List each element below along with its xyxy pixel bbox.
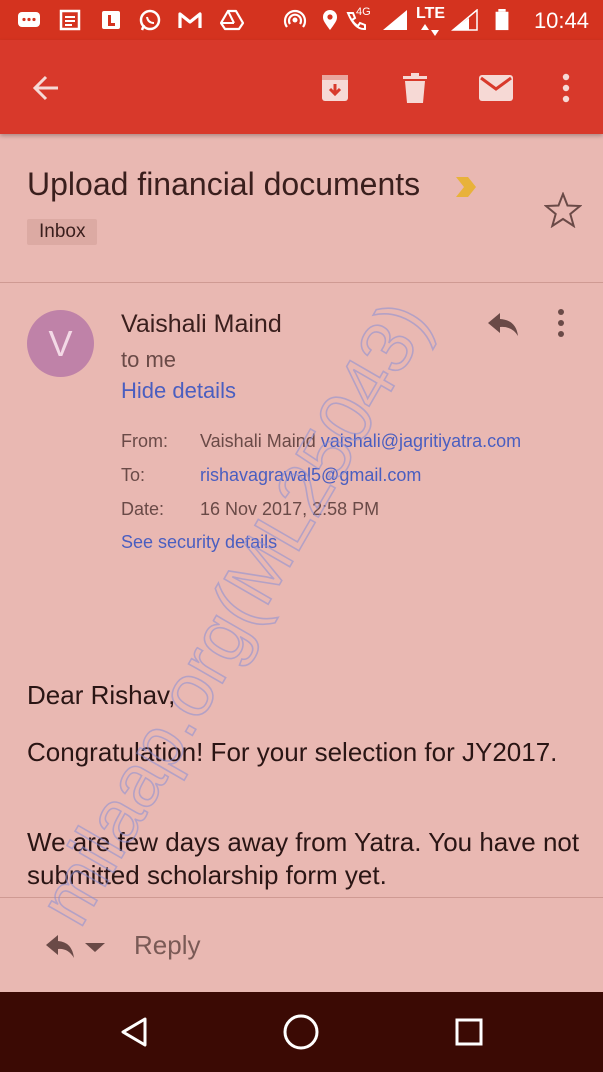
hotspot-icon bbox=[283, 9, 307, 28]
reply-icon bbox=[46, 935, 105, 958]
from-name: Vaishali Maind bbox=[200, 431, 316, 451]
delete-button[interactable] bbox=[393, 66, 437, 110]
app-bar bbox=[0, 40, 603, 134]
star-icon[interactable] bbox=[544, 192, 582, 228]
sender-name: Vaishali Maind bbox=[121, 310, 282, 338]
news-icon bbox=[59, 9, 81, 31]
email-body-paragraph: Dear Rishav, bbox=[27, 680, 176, 710]
from-value: Vaishali Maind vaishali@jagritiyatra.com bbox=[200, 431, 521, 452]
inbox-label-chip[interactable]: Inbox bbox=[27, 219, 98, 245]
more-vert-icon[interactable] bbox=[556, 308, 566, 338]
to-label: To: bbox=[121, 465, 146, 485]
delete-icon bbox=[403, 73, 427, 103]
signal-icon bbox=[383, 10, 407, 30]
whatsapp-icon bbox=[139, 9, 161, 31]
recipient-summary: to me bbox=[121, 347, 177, 372]
battery-icon bbox=[495, 9, 509, 31]
archive-icon bbox=[322, 75, 348, 101]
important-marker-icon[interactable] bbox=[455, 176, 477, 198]
messages-icon bbox=[18, 12, 40, 27]
email-subject: Upload financial documents bbox=[27, 166, 421, 202]
network-lte-label: LTE bbox=[416, 5, 446, 22]
from-email-link[interactable]: vaishali@jagritiyatra.com bbox=[321, 431, 521, 451]
nav-recents-icon bbox=[455, 1018, 483, 1046]
avatar[interactable]: V bbox=[27, 310, 94, 377]
nav-back-icon bbox=[121, 1017, 147, 1047]
back-arrow-icon bbox=[32, 75, 58, 101]
chevron-down-icon bbox=[85, 943, 105, 952]
nav-back-button[interactable] bbox=[112, 1010, 156, 1054]
mark-unread-button[interactable] bbox=[474, 66, 518, 110]
divider bbox=[0, 897, 603, 898]
reply-icon[interactable] bbox=[486, 310, 520, 338]
nav-recents-button[interactable] bbox=[447, 1010, 491, 1054]
back-button[interactable] bbox=[24, 66, 68, 110]
status-bar: 4G LTE 10:44 bbox=[0, 0, 603, 40]
network-4g-label: 4G bbox=[356, 6, 371, 18]
security-details-link[interactable]: See security details bbox=[121, 532, 277, 553]
nav-home-icon bbox=[283, 1014, 319, 1050]
navigation-bar bbox=[0, 992, 603, 1072]
clock: 10:44 bbox=[533, 8, 589, 33]
drive-icon bbox=[220, 9, 244, 31]
app-icon bbox=[102, 11, 120, 29]
more-vert-icon bbox=[562, 73, 570, 103]
email-body-paragraph: Congratulation! For your selection for J… bbox=[27, 737, 558, 767]
divider bbox=[0, 282, 603, 283]
data-activity-icon bbox=[421, 24, 439, 36]
gmail-icon bbox=[178, 12, 202, 28]
hide-details-link[interactable]: Hide details bbox=[121, 378, 236, 404]
date-value: 16 Nov 2017, 2:58 PM bbox=[200, 499, 380, 519]
to-email-link[interactable]: rishavagrawal5@gmail.com bbox=[200, 465, 421, 486]
reply-button[interactable]: Reply bbox=[134, 930, 200, 961]
reply-options-button[interactable] bbox=[44, 931, 108, 966]
location-icon bbox=[323, 10, 337, 30]
archive-button[interactable] bbox=[313, 66, 357, 110]
mark-unread-icon bbox=[479, 75, 513, 101]
watermark: milaap.org(ML25043) bbox=[21, 287, 446, 939]
signal-icon bbox=[451, 9, 478, 31]
date-label: Date: bbox=[121, 499, 165, 519]
more-options-button[interactable] bbox=[544, 66, 588, 110]
nav-home-button[interactable] bbox=[279, 1010, 323, 1054]
from-label: From: bbox=[121, 431, 168, 451]
email-body-paragraph: We are few days away from Yatra. You hav… bbox=[27, 827, 580, 890]
